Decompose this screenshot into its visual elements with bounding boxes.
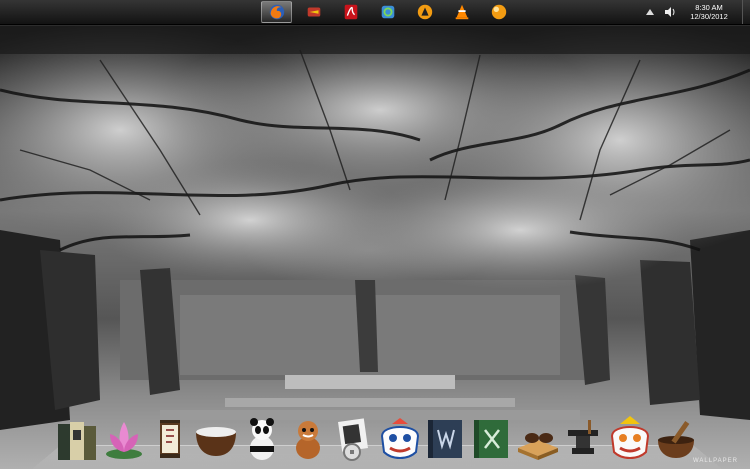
dock-item-lantern[interactable] xyxy=(147,414,193,462)
taskbar-apps xyxy=(261,0,520,24)
adobe-reader-icon xyxy=(344,4,357,20)
network-icon xyxy=(307,7,320,17)
clock-time: 8:30 AM xyxy=(695,3,723,12)
dock-item-mortar[interactable] xyxy=(653,414,699,462)
dock-item-coin-note[interactable] xyxy=(331,414,377,462)
taskbar-adobe-reader-button[interactable] xyxy=(335,1,366,23)
firefox-icon xyxy=(269,4,284,20)
red-panda-icon xyxy=(296,421,320,459)
dock-item-panda[interactable] xyxy=(239,414,285,462)
panda-icon xyxy=(250,418,274,460)
taskbar-firefox-button[interactable] xyxy=(261,1,292,23)
taskbar-aimp-button[interactable] xyxy=(409,1,440,23)
clock-date: 12/30/2012 xyxy=(690,12,728,21)
aimp-icon xyxy=(417,4,432,20)
clock[interactable]: 8:30 AM 12/30/2012 xyxy=(684,3,734,21)
lantern-icon xyxy=(160,420,180,458)
books-icon xyxy=(58,422,96,460)
taskbar-network-button[interactable] xyxy=(298,1,329,23)
dock-item-anvil[interactable] xyxy=(561,414,607,462)
rice-bowl-icon xyxy=(196,427,236,456)
excel-book-icon xyxy=(474,420,508,458)
go-board-icon xyxy=(518,433,558,460)
desktop-wallpaper xyxy=(0,0,750,469)
mortar-icon xyxy=(658,421,694,458)
dock-item-red-panda[interactable] xyxy=(285,414,331,462)
wallpaper-watermark: WALLPAPER xyxy=(692,458,738,464)
lion-dance-icon xyxy=(610,416,650,459)
speaker-icon xyxy=(664,7,674,17)
dock-item-go-board[interactable] xyxy=(515,414,561,462)
chevron-up-icon xyxy=(646,9,654,15)
dock-item-lion-mask[interactable] xyxy=(377,414,423,462)
show-hidden-icons-button[interactable] xyxy=(644,6,656,18)
orange-orb-icon xyxy=(491,4,506,20)
dock-item-rice-bowl[interactable] xyxy=(193,414,239,462)
volume-button[interactable] xyxy=(664,6,676,18)
wallpaper-scene xyxy=(0,20,750,430)
taskbar: 8:30 AM 12/30/2012 xyxy=(0,0,750,25)
word-book-icon xyxy=(428,420,462,458)
lion-mask-icon xyxy=(380,418,420,459)
dock-item-excel-book[interactable] xyxy=(469,414,515,462)
vlc-icon xyxy=(455,4,468,20)
anvil-icon xyxy=(568,420,598,454)
show-desktop-button[interactable] xyxy=(742,0,750,24)
coin-note-icon xyxy=(338,418,368,461)
taskbar-orange-orb-button[interactable] xyxy=(483,1,514,23)
dock-item-lotus[interactable] xyxy=(101,414,147,462)
dock-item-word-book[interactable] xyxy=(423,414,469,462)
taskbar-vlc-button[interactable] xyxy=(446,1,477,23)
lotus-icon xyxy=(106,422,142,459)
system-tray: 8:30 AM 12/30/2012 xyxy=(644,0,750,24)
taskbar-sync-button[interactable] xyxy=(372,1,403,23)
dock-item-lion-dance[interactable] xyxy=(607,414,653,462)
sync-icon xyxy=(381,5,394,19)
dock-item-books[interactable] xyxy=(55,414,101,462)
